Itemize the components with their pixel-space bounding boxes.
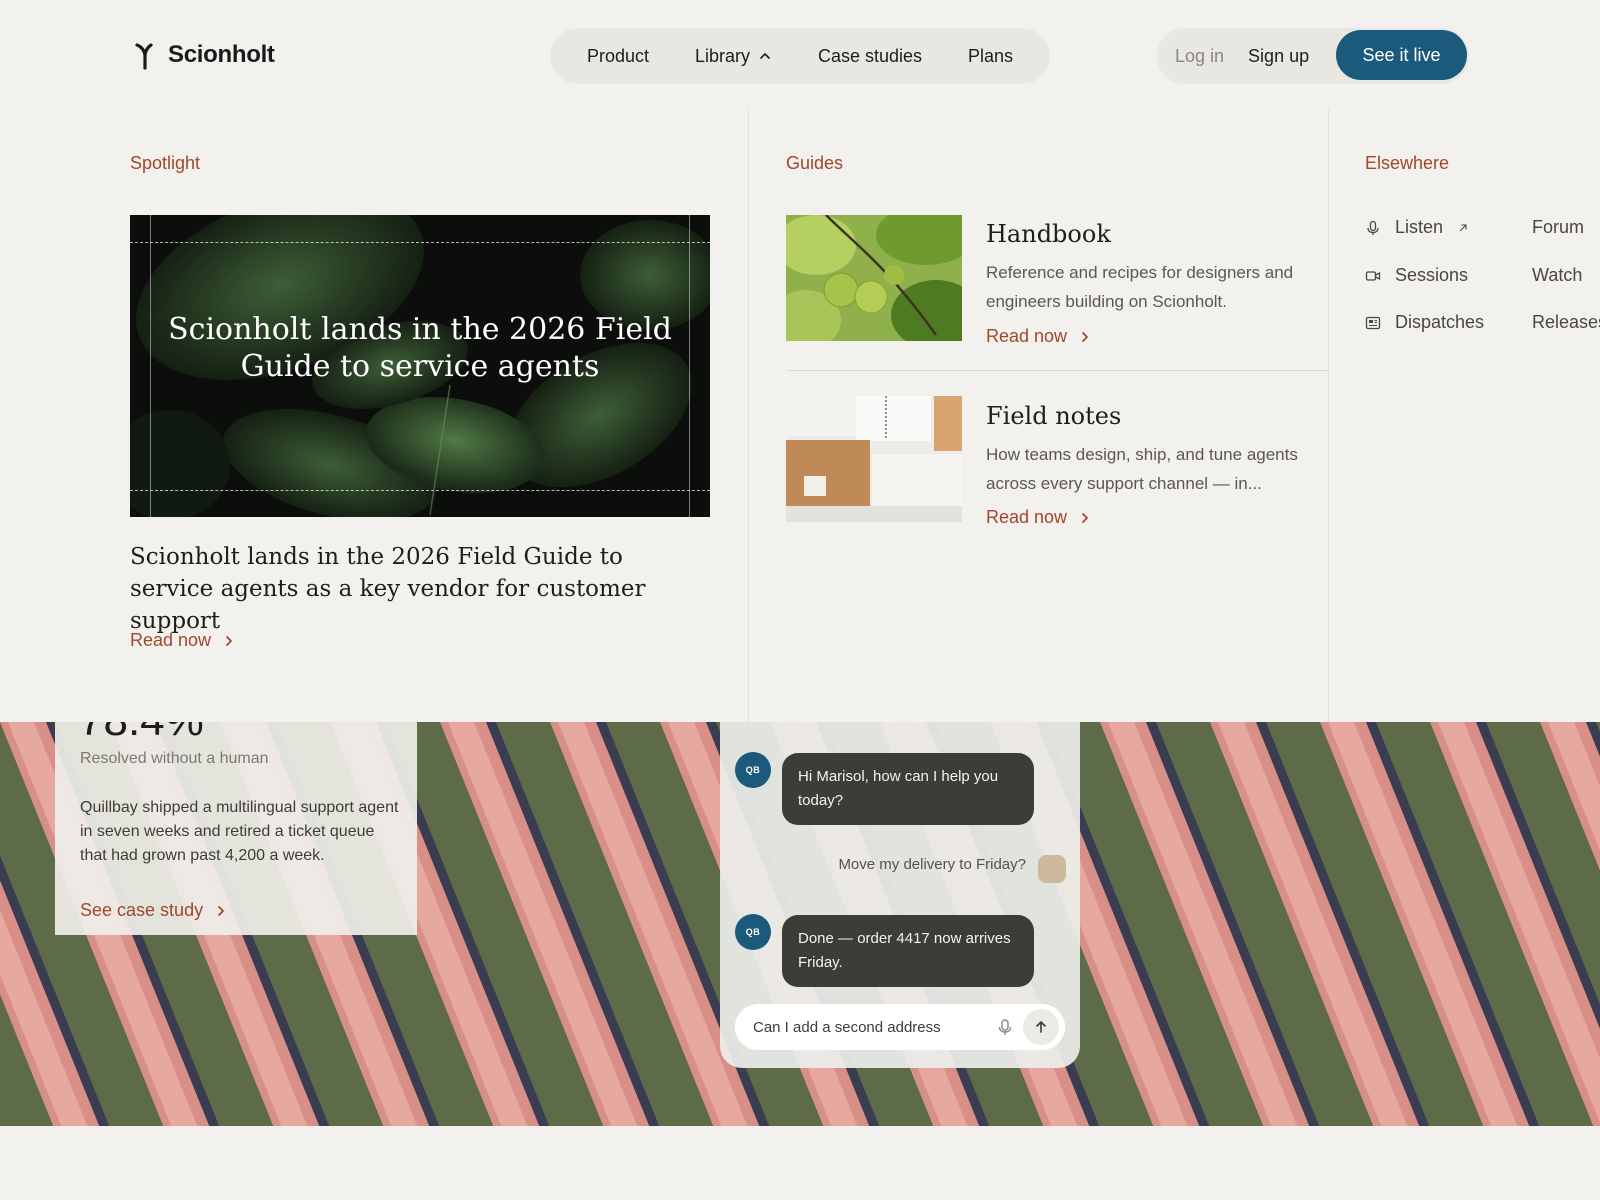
video-icon — [1365, 270, 1381, 281]
agent-avatar: QB — [735, 752, 771, 788]
see-case-study-label: See case study — [80, 900, 204, 920]
handbook-image[interactable] — [786, 215, 962, 341]
arrow-up-icon — [1036, 1021, 1046, 1033]
read-now-label: Read now — [986, 326, 1068, 346]
sessions-label: Sessions — [1395, 265, 1469, 285]
mic-icon — [1367, 220, 1379, 235]
watch-link[interactable]: Watch — [1532, 265, 1582, 286]
dispatches-link[interactable]: Dispatches — [1365, 312, 1484, 333]
field-notes-read-now-link[interactable]: Read now — [986, 507, 1091, 528]
site-header: Scionholt Product Library Case studies P… — [0, 0, 1600, 110]
case-study-body: Quillbay shipped a multilingual support … — [80, 799, 399, 864]
nav-plans[interactable]: Plans — [968, 46, 1013, 67]
field-notes-description: How teams design, ship, and tune agents … — [986, 445, 1298, 493]
releases-link[interactable]: Releases — [1532, 312, 1600, 333]
field-notes-title[interactable]: Field notes — [986, 402, 1121, 430]
chevron-right-icon — [1082, 512, 1088, 523]
apple-tree-image — [786, 215, 962, 341]
mic-icon[interactable] — [995, 1017, 1015, 1037]
brand-logo[interactable]: Scionholt — [134, 40, 275, 70]
nav-case-studies[interactable]: Case studies — [818, 46, 922, 67]
read-now-label: Read now — [986, 507, 1068, 527]
newspaper-icon — [1365, 316, 1381, 329]
handbook-read-now-link[interactable]: Read now — [986, 326, 1091, 347]
chat-widget: QB Hi Marisol, how can I help you today?… — [720, 722, 1080, 1068]
spotlight-caption[interactable]: Scionholt lands in the 2026 Field Guide … — [130, 541, 690, 637]
read-now-label: Read now — [130, 630, 212, 650]
main-nav: Product Library Case studies Plans — [550, 28, 1050, 84]
guide-separator — [786, 370, 1328, 371]
nav-library-label: Library — [694, 45, 750, 66]
sessions-link[interactable]: Sessions — [1365, 265, 1468, 286]
agent-message: Done — order 4417 now arrives Friday. — [782, 915, 1034, 987]
spotlight-image-title: Scionholt lands in the 2026 Field Guide … — [168, 312, 672, 384]
menu-divider — [748, 110, 749, 722]
agent-message: Hi Marisol, how can I help you today? — [782, 753, 1034, 825]
send-button[interactable] — [1023, 1009, 1059, 1045]
chat-input-value: Can I add a second address — [753, 1018, 941, 1036]
elsewhere-heading: Elsewhere — [1365, 153, 1450, 173]
agent-avatar: QB — [735, 914, 771, 950]
signup-link[interactable]: Sign up — [1248, 46, 1309, 67]
user-message: Move my delivery to Friday? — [838, 856, 1026, 873]
listen-link[interactable]: Listen — [1365, 217, 1469, 238]
see-it-live-button[interactable]: See it live — [1336, 30, 1467, 80]
stationery-image — [786, 396, 962, 522]
menu-divider — [1328, 110, 1329, 722]
chevron-right-icon — [1082, 331, 1088, 342]
guides-heading: Guides — [786, 153, 844, 173]
user-avatar — [1038, 855, 1066, 883]
chevron-right-icon — [226, 635, 232, 646]
listen-label: Listen — [1395, 217, 1444, 237]
sprout-logo-icon — [135, 43, 153, 70]
forum-link[interactable]: Forum — [1532, 217, 1584, 238]
login-link[interactable]: Log in — [1175, 46, 1224, 67]
guide-line — [130, 490, 710, 491]
field-notes-image[interactable] — [786, 396, 962, 522]
spotlight-heading: Spotlight — [130, 153, 201, 173]
spotlight-image[interactable]: Scionholt lands in the 2026 Field Guide … — [130, 215, 710, 517]
case-study-stat: 78.4% — [79, 722, 204, 746]
dispatches-label: Dispatches — [1395, 312, 1485, 332]
nav-product[interactable]: Product — [587, 46, 649, 67]
spotlight-read-now-link[interactable]: Read now — [130, 630, 235, 651]
handbook-description: Reference and recipes for designers and … — [986, 263, 1294, 311]
handbook-title[interactable]: Handbook — [986, 220, 1111, 248]
see-case-study-link[interactable]: See case study — [80, 900, 227, 921]
guide-line — [130, 242, 710, 243]
brand-name: Scionholt — [168, 41, 275, 68]
case-study-stat-label: Resolved without a human — [80, 750, 269, 767]
chevron-up-icon — [760, 53, 770, 59]
chevron-right-icon — [218, 905, 224, 916]
case-study-card: 78.4% Resolved without a human Quillbay … — [55, 722, 417, 935]
external-arrow-icon — [1459, 223, 1467, 231]
chat-input[interactable]: Can I add a second address — [735, 1004, 1065, 1050]
nav-library[interactable]: Library — [695, 46, 772, 67]
